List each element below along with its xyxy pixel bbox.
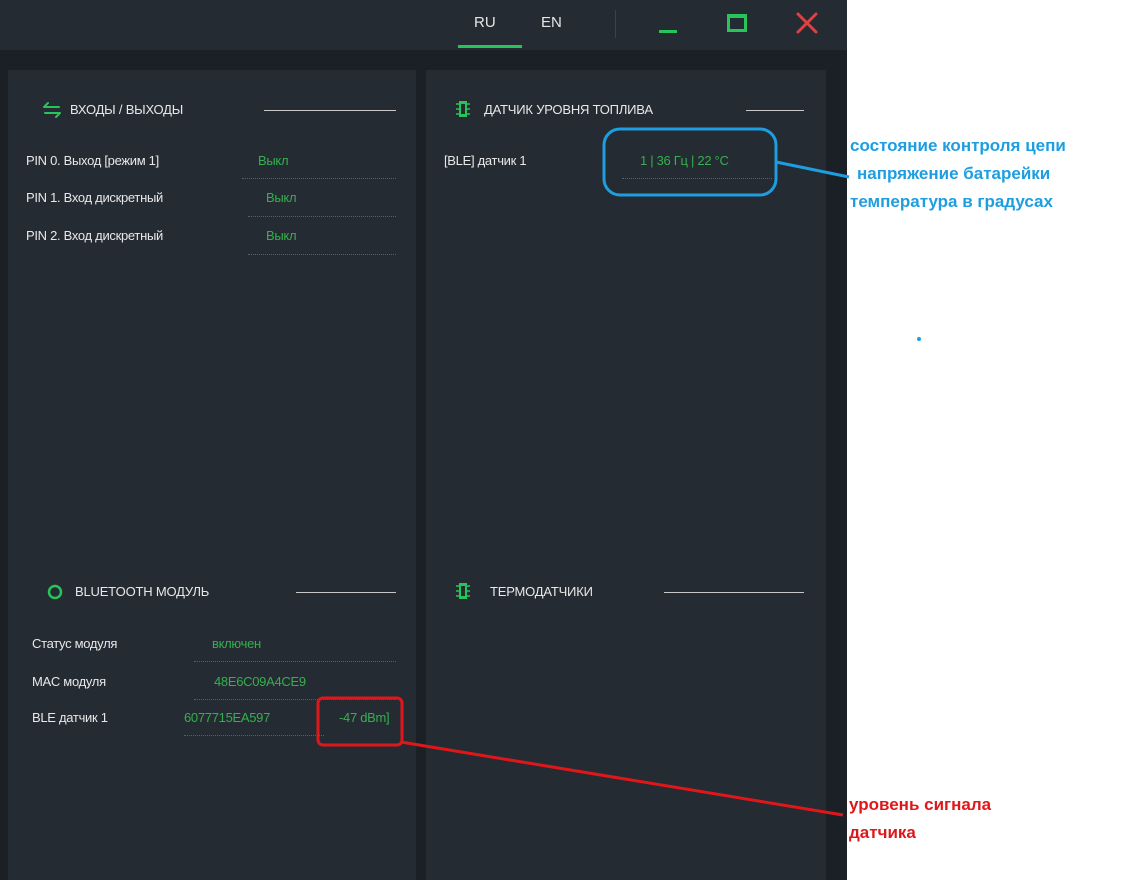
blue-dot	[917, 337, 921, 341]
red-annotation-line: уровень сигнала	[849, 795, 992, 814]
blue-annotation-line: напряжение батарейки	[857, 164, 1051, 183]
blue-annotation-line: состояние контроля цепи	[850, 136, 1066, 155]
blue-annotation-line: температура в градусах	[850, 192, 1053, 211]
red-callout-line	[400, 740, 844, 817]
fuel-value-highlight	[602, 127, 778, 197]
annotation-overlay	[316, 127, 921, 817]
signal-highlight	[316, 696, 404, 747]
red-annotation-line: датчика	[849, 823, 916, 842]
blue-callout-line	[775, 160, 850, 179]
